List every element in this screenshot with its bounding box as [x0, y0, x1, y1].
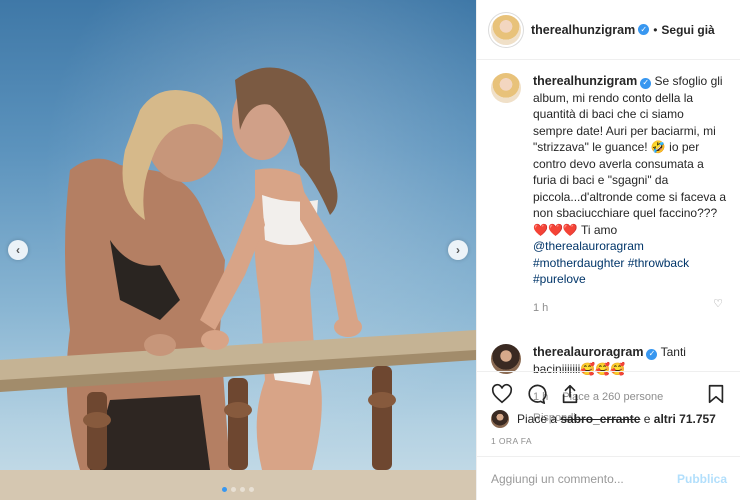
likes-summary: Piace a sabro_errante e altri 71.757: [491, 410, 716, 428]
follow-button[interactable]: Segui già: [661, 23, 714, 37]
post-modal: ‹ › therealhunzigram ✓ • Segui già there…: [0, 0, 740, 500]
chevron-right-icon[interactable]: ›: [448, 240, 468, 260]
reply-username[interactable]: therealauroragram: [533, 345, 643, 359]
mention-link[interactable]: @therealauroragram: [533, 238, 727, 255]
share-icon[interactable]: [557, 381, 583, 407]
verified-icon: ✓: [638, 24, 650, 35]
hashtag-link[interactable]: #motherdaughter #throwback: [533, 255, 727, 272]
chevron-left-icon[interactable]: ‹: [8, 240, 28, 260]
heart-icon[interactable]: [489, 381, 515, 407]
carousel-dots: [0, 487, 476, 492]
post-header: therealhunzigram ✓ • Segui già: [477, 0, 740, 60]
avatar[interactable]: [491, 410, 509, 428]
post-date[interactable]: 1 ORA FA: [491, 436, 532, 446]
comment-like-icon[interactable]: ♡: [713, 297, 723, 310]
action-bar: [477, 371, 740, 415]
photo-illustration: [0, 67, 476, 500]
comment-icon[interactable]: [523, 381, 549, 407]
caption-comment: therealhunzigram ✓ Se sfoglio gli album, …: [491, 73, 727, 316]
avatar[interactable]: [491, 14, 521, 45]
caption-text: Se sfoglio gli album, mi rendo conto del…: [533, 74, 727, 237]
add-comment-bar: Pubblica: [477, 456, 740, 500]
post-photo: ‹ ›: [0, 0, 476, 500]
likes-others[interactable]: altri 71.757: [654, 412, 716, 426]
publish-button[interactable]: Pubblica: [677, 472, 727, 486]
carousel-dot: [231, 487, 236, 492]
caption-username[interactable]: therealhunzigram: [533, 74, 637, 88]
post-side-panel: therealhunzigram ✓ • Segui già therealhu…: [476, 0, 740, 500]
caption-body: therealhunzigram ✓ Se sfoglio gli album, …: [533, 73, 727, 316]
bookmark-icon[interactable]: [703, 381, 729, 407]
carousel-dot: [222, 487, 227, 492]
carousel-dot: [249, 487, 254, 492]
header-username[interactable]: therealhunzigram: [531, 23, 635, 37]
hashtag-link[interactable]: #purelove: [533, 271, 727, 288]
liker-username[interactable]: sabro_errante: [560, 412, 640, 426]
carousel-dot: [240, 487, 245, 492]
avatar[interactable]: [491, 73, 521, 103]
verified-icon: ✓: [640, 77, 652, 89]
comments-list: therealhunzigram ✓ Se sfoglio gli album, …: [477, 61, 740, 424]
verified-icon: ✓: [646, 348, 658, 360]
caption-time[interactable]: 1 h: [533, 300, 548, 317]
comment-input[interactable]: [491, 471, 677, 486]
avatar[interactable]: [491, 344, 521, 374]
likes-prefix: Piace a: [517, 412, 558, 426]
caption-meta: 1 h: [533, 300, 727, 317]
likes-connector: e: [643, 412, 651, 426]
separator-dot: •: [653, 22, 658, 37]
